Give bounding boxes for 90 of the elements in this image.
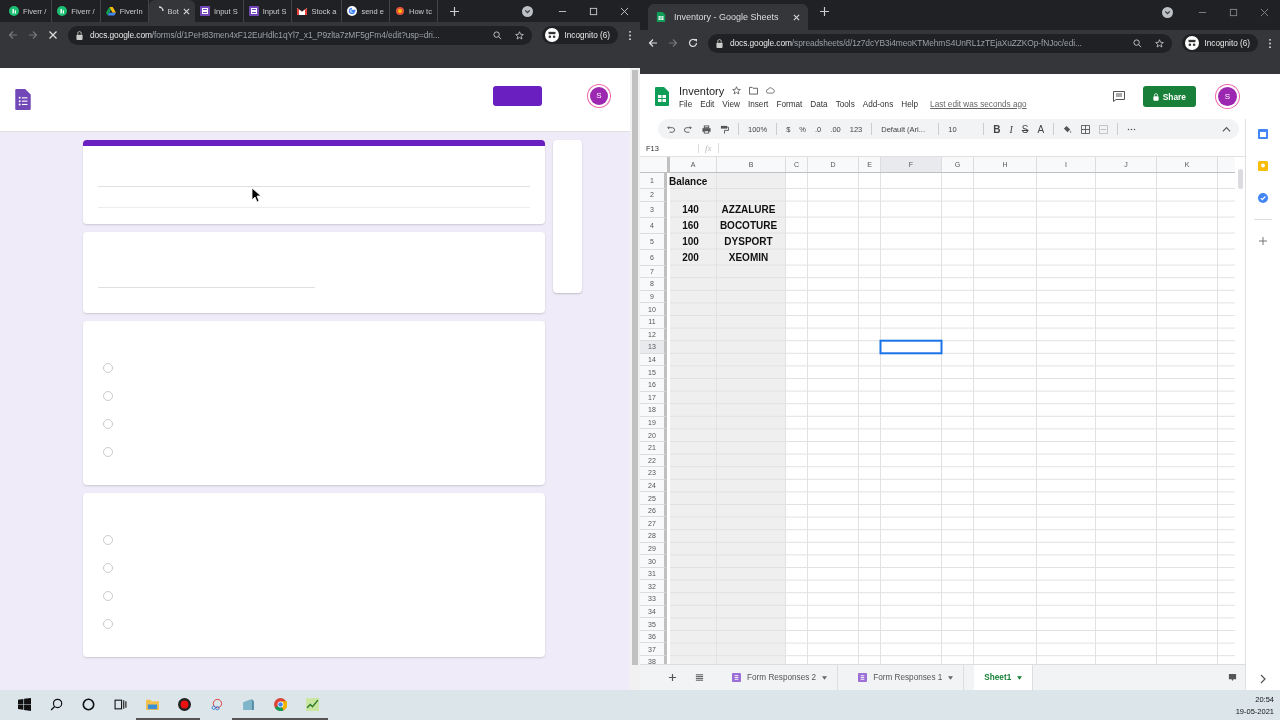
caret-icon <box>948 675 954 680</box>
merge-icon <box>1099 124 1109 134</box>
menu-item[interactable]: Tools <box>835 99 855 109</box>
menu-item[interactable]: Edit <box>700 99 715 109</box>
menu-icon[interactable] <box>628 29 632 41</box>
stop-icon[interactable] <box>48 30 58 40</box>
comment-icon[interactable] <box>1112 91 1125 102</box>
menu-item[interactable]: File <box>679 99 693 109</box>
paint-format-icon[interactable] <box>720 124 729 134</box>
browser-tab[interactable]: Inventory - Google Sheets <box>648 4 808 30</box>
table-cell-text: Balance <box>668 175 708 187</box>
zoom-icon[interactable] <box>1133 38 1143 48</box>
sheets-icon[interactable] <box>655 87 669 106</box>
expand-icon[interactable] <box>1258 674 1268 684</box>
lock-icon <box>1152 92 1159 101</box>
table-cell: 200 <box>682 252 699 264</box>
italic-button[interactable]: I <box>1009 123 1013 135</box>
explore-icon[interactable] <box>1228 673 1237 682</box>
share-button[interactable]: Share <box>1142 86 1196 107</box>
table-cell: 140 <box>682 204 699 216</box>
send-button[interactable] <box>493 85 542 106</box>
avatar[interactable]: S <box>1218 87 1237 106</box>
tab-search-icon[interactable] <box>1162 6 1173 18</box>
maximize-icon[interactable] <box>589 6 598 16</box>
fiverr-icon <box>9 6 19 16</box>
google-icon <box>347 6 358 16</box>
table-cell: XEOMIN <box>728 252 769 264</box>
lock-icon <box>76 30 83 40</box>
mail-icon <box>297 6 308 16</box>
selected-cell[interactable] <box>879 339 943 355</box>
collapse-icon[interactable] <box>1222 124 1231 134</box>
table-cell: AZZALURE <box>721 204 776 216</box>
document-title[interactable]: Inventory <box>679 84 725 97</box>
avatar[interactable]: S <box>590 86 608 105</box>
menu-item[interactable]: Help <box>901 99 919 109</box>
table-cell: 100 <box>682 236 699 248</box>
menu-icon[interactable] <box>1268 37 1272 49</box>
last-edit-link[interactable]: Last edit was seconds ago <box>930 99 1027 109</box>
formula-label: fx <box>699 143 719 153</box>
sheets-icon <box>656 12 666 22</box>
caret-icon <box>822 675 828 680</box>
strikethrough-button[interactable]: S <box>1021 123 1029 135</box>
undo-icon[interactable] <box>666 124 675 134</box>
borders-icon[interactable] <box>1081 124 1091 134</box>
cursor-icon <box>252 188 262 203</box>
cloud-icon[interactable] <box>766 86 776 95</box>
address-bar[interactable]: docs.google.com/forms/d/1PeH83men4xF12EuHdlc1qYl7_x1_P9zlta7zMF5gFm4/edit?usp=dri... <box>68 25 533 45</box>
menu-item[interactable]: View <box>722 99 740 109</box>
star-icon[interactable] <box>732 86 742 95</box>
site-icon <box>395 6 405 16</box>
menu-item[interactable]: Insert <box>747 99 769 109</box>
table-cell: 160 <box>682 220 699 232</box>
sheet-list-icon[interactable] <box>695 673 704 682</box>
table-cell: DYSPORT <box>724 236 773 248</box>
redo-icon[interactable] <box>684 124 693 134</box>
tasks-icon[interactable] <box>1258 193 1268 203</box>
fill-color-icon[interactable] <box>1063 124 1073 134</box>
maximize-icon[interactable] <box>1229 7 1238 17</box>
new-tab-icon[interactable] <box>820 6 829 16</box>
menu-item[interactable]: Data <box>810 99 828 109</box>
tab-search-icon[interactable] <box>522 5 533 17</box>
fiverr-icon <box>57 6 68 16</box>
incognito-icon <box>1185 36 1200 50</box>
text-color-button[interactable]: A <box>1037 123 1045 135</box>
menu-item[interactable]: Add-ons <box>862 99 894 109</box>
calendar-icon[interactable] <box>1258 129 1268 139</box>
form-icon <box>199 6 210 16</box>
form-icon[interactable] <box>15 89 31 110</box>
form-icon <box>248 6 259 16</box>
close-icon[interactable] <box>620 6 629 16</box>
caret-icon <box>1017 675 1023 680</box>
address-bar[interactable]: docs.google.com/spreadsheets/d/1z7dcYB3i4meoKTMehmS4UnRL1zTEjaXuZZKOp-fNJoc/edi... <box>708 33 1173 53</box>
drive-icon <box>105 6 116 16</box>
print-icon[interactable] <box>702 124 711 134</box>
add-icon[interactable] <box>1258 236 1268 246</box>
scrollbar[interactable] <box>630 68 640 690</box>
sheet-tab[interactable]: Sheet1 <box>974 665 1034 690</box>
add-sheet-icon[interactable] <box>668 673 677 682</box>
folder-icon[interactable] <box>749 86 759 95</box>
reload-icon[interactable] <box>688 38 698 48</box>
new-tab-icon[interactable] <box>449 6 459 16</box>
lock-icon <box>716 38 723 48</box>
menu-item[interactable]: Format <box>776 99 803 109</box>
incognito-icon <box>545 28 560 42</box>
zoom-icon[interactable] <box>493 30 503 40</box>
table-cell: BOCOTURE <box>719 220 778 232</box>
profile-button[interactable]: Incognito (6) <box>542 26 618 44</box>
bold-button[interactable]: B <box>993 123 1001 135</box>
close-icon[interactable] <box>1260 7 1269 17</box>
profile-button[interactable]: Incognito (6) <box>1182 34 1258 52</box>
